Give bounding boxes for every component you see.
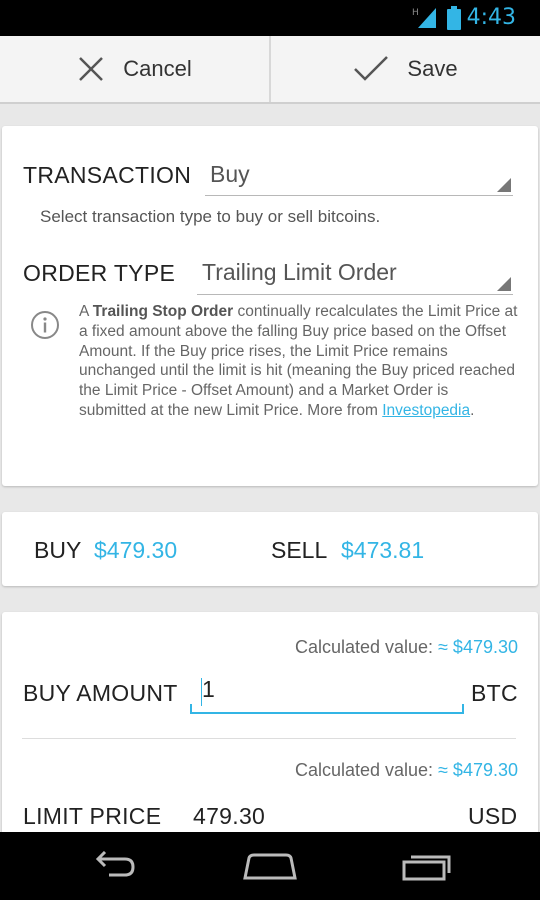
battery-icon (447, 6, 461, 35)
cancel-label: Cancel (123, 56, 192, 81)
market-prices-card (2, 512, 538, 586)
limit-price-unit: USD (468, 803, 518, 829)
investopedia-link[interactable]: Investopedia (382, 402, 470, 419)
clock: 4:43 (466, 5, 516, 30)
transaction-hint: Select transaction type to buy or sell b… (40, 207, 381, 226)
back-icon (95, 851, 135, 877)
buy-amount-value: 1 (202, 676, 215, 702)
divider (22, 738, 516, 739)
order-type-description: A Trailing Stop Order continually recalc… (79, 303, 518, 419)
close-icon (79, 57, 104, 81)
order-type-spinner[interactable]: Trailing Limit Order (197, 259, 513, 295)
buy-price-label: BUY (34, 537, 82, 563)
sell-price-value: $473.81 (341, 537, 425, 563)
save-button[interactable]: Save (271, 36, 540, 102)
svg-text:H: H (412, 8, 419, 18)
recent-apps-icon (402, 855, 451, 881)
recent-apps-button[interactable] (393, 844, 463, 888)
save-label: Save (407, 56, 458, 81)
transaction-label: TRANSACTION (23, 162, 192, 188)
status-bar: H 4:43 (0, 0, 540, 36)
buy-amount-input[interactable]: 1 (190, 672, 464, 714)
info-icon (30, 310, 60, 345)
order-type-label: ORDER TYPE (23, 260, 176, 286)
transaction-value: Buy (210, 161, 250, 187)
order-type-term: Trailing Stop Order (92, 303, 234, 320)
order-type-value: Trailing Limit Order (202, 259, 397, 285)
buy-amount-calculated: Calculated value: ≈ $479.30 (294, 637, 518, 657)
buy-amount-label: BUY AMOUNT (23, 680, 178, 706)
transaction-spinner[interactable]: Buy (205, 161, 513, 196)
home-button[interactable] (235, 844, 305, 888)
check-icon (354, 56, 389, 81)
sell-price-label: SELL (271, 537, 328, 563)
limit-price-calculated: Calculated value: ≈ $479.30 (294, 760, 518, 780)
navigation-bar (0, 832, 540, 900)
buy-amount-unit: BTC (471, 680, 518, 706)
dropdown-arrow-icon (497, 178, 511, 192)
limit-price-input[interactable]: 479.30 (193, 803, 265, 830)
signal-icon: H (412, 6, 438, 35)
limit-price-label: LIMIT PRICE (23, 803, 162, 829)
cancel-button[interactable]: Cancel (0, 36, 269, 102)
dropdown-arrow-icon (497, 277, 511, 291)
action-bar: Cancel Save (0, 36, 540, 104)
home-icon (243, 853, 297, 880)
buy-price-value: $479.30 (94, 537, 178, 563)
back-button[interactable] (77, 844, 147, 888)
